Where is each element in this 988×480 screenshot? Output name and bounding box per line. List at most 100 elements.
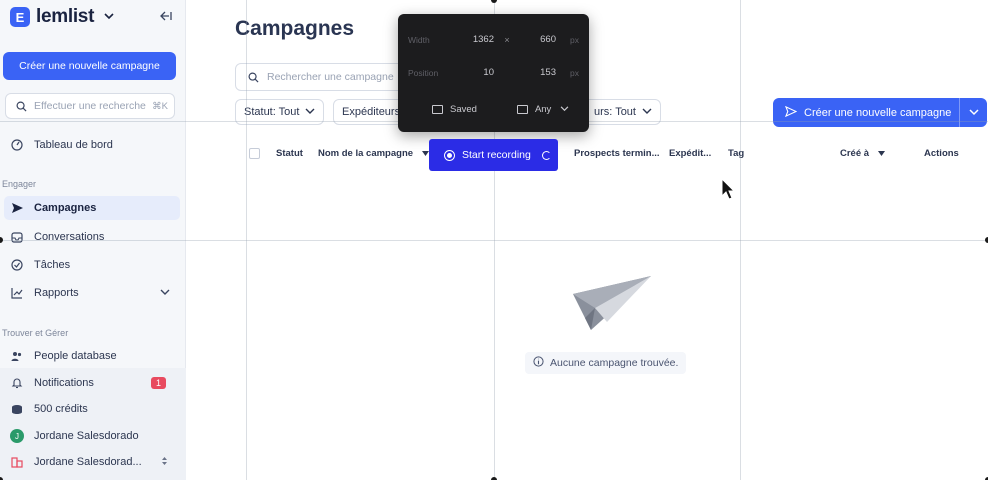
position-y-input[interactable]: 153 bbox=[520, 67, 556, 78]
empty-state-text: Aucune campagne trouvée. bbox=[550, 357, 679, 369]
paper-plane-icon bbox=[565, 272, 655, 341]
recording-settings-panel: Width 1362 × 660 px Position 10 153 px S… bbox=[398, 14, 589, 132]
aspect-icon bbox=[516, 104, 528, 114]
coins-icon bbox=[10, 402, 24, 416]
bell-icon bbox=[10, 376, 24, 390]
filter-label: urs: Tout bbox=[594, 106, 636, 118]
create-campaign-dropdown-toggle[interactable] bbox=[959, 98, 987, 127]
credits-item[interactable]: 500 crédits bbox=[10, 399, 180, 419]
check-circle-icon bbox=[10, 258, 24, 272]
search-icon bbox=[246, 70, 260, 84]
column-header-label: Nom de la campagne bbox=[318, 148, 414, 159]
chart-icon bbox=[10, 286, 24, 300]
section-find-heading: Trouver et Gérer bbox=[2, 328, 69, 338]
notifications-count-badge: 1 bbox=[150, 377, 166, 389]
notifications-item[interactable]: Notifications 1 bbox=[10, 373, 180, 393]
workspace-item[interactable]: Jordane Salesdorad... bbox=[10, 452, 180, 472]
campaign-search-placeholder: Rechercher une campagne bbox=[267, 71, 394, 83]
size-label: Width bbox=[408, 34, 430, 45]
sidebar-item-label: Conversations bbox=[34, 231, 105, 243]
create-campaign-label: Créer une nouvelle campagne bbox=[804, 106, 952, 119]
notifications-label: Notifications bbox=[34, 377, 94, 389]
create-campaign-button[interactable]: Créer une nouvelle campagne bbox=[773, 98, 987, 127]
column-header-label: Créé à bbox=[840, 148, 870, 159]
saved-preset-button[interactable]: Saved bbox=[432, 104, 477, 115]
sidebar-item-conversations[interactable]: Conversations bbox=[4, 225, 180, 249]
sidebar-search-placeholder: Effectuer une recherche bbox=[34, 100, 146, 112]
start-recording-label: Start recording bbox=[462, 149, 531, 161]
saved-label: Saved bbox=[450, 104, 477, 115]
search-shortcut: ⌘K bbox=[152, 100, 168, 112]
sidebar-search-input[interactable]: Effectuer une recherche ⌘K bbox=[5, 93, 175, 119]
section-engage-heading: Engager bbox=[2, 179, 37, 189]
sidebar-item-label: Campagnes bbox=[34, 202, 97, 214]
chevron-down-icon bbox=[305, 107, 315, 118]
sidebar-item-label: Tâches bbox=[34, 259, 71, 271]
filter-label: Statut: Tout bbox=[244, 106, 300, 118]
sidebar-item-label: Tableau de bord bbox=[34, 139, 113, 151]
chevron-down-icon bbox=[160, 288, 170, 299]
sidebar-footer: Notifications 1 500 crédits J Jordane Sa… bbox=[0, 368, 186, 480]
column-header-tag[interactable]: Tag bbox=[728, 148, 744, 159]
height-input[interactable]: 660 bbox=[520, 34, 556, 45]
sidebar-item-campaigns[interactable]: Campagnes bbox=[4, 196, 180, 220]
sidebar-item-people-database[interactable]: People database bbox=[4, 344, 180, 368]
aspect-any-dropdown[interactable]: Any bbox=[516, 104, 569, 115]
page-title: Campagnes bbox=[235, 17, 355, 40]
sort-caret-icon bbox=[421, 148, 429, 159]
any-label: Any bbox=[534, 104, 552, 115]
width-input[interactable]: 1362 bbox=[458, 34, 494, 45]
chevron-down-icon bbox=[642, 107, 652, 118]
sidebar-item-dashboard[interactable]: Tableau de bord bbox=[4, 133, 180, 157]
column-header-senders[interactable]: Expédit... bbox=[669, 148, 711, 159]
column-header-campaign-name[interactable]: Nom de la campagne bbox=[318, 148, 429, 159]
resize-handle[interactable] bbox=[491, 0, 497, 3]
column-header-actions: Actions bbox=[924, 148, 959, 159]
column-header-created-at[interactable]: Créé à bbox=[840, 148, 885, 159]
avatar: J bbox=[10, 429, 24, 443]
info-icon bbox=[533, 356, 544, 370]
send-icon bbox=[10, 201, 24, 215]
lemlist-logo-icon: E bbox=[10, 7, 30, 27]
start-recording-button[interactable]: Start recording bbox=[429, 139, 558, 171]
size-row: Width 1362 × 660 px bbox=[408, 34, 580, 45]
campaign-search-input[interactable]: Rechercher une campagne bbox=[235, 63, 405, 91]
building-icon bbox=[10, 455, 24, 469]
filter-label: Expéditeurs bbox=[342, 106, 401, 118]
sidebar-item-label: Rapports bbox=[34, 287, 79, 299]
sidebar-item-label: People database bbox=[34, 350, 117, 362]
dashboard-gauge-icon bbox=[10, 138, 24, 152]
sidebar-item-reports[interactable]: Rapports bbox=[4, 281, 180, 305]
size-unit: px bbox=[570, 34, 579, 45]
capture-guide-line bbox=[740, 0, 741, 480]
sort-caret-icon bbox=[877, 148, 885, 159]
empty-state-message: Aucune campagne trouvée. bbox=[525, 352, 687, 374]
workspace-name: Jordane Salesdorad... bbox=[34, 456, 142, 468]
credits-label: 500 crédits bbox=[34, 403, 88, 415]
send-icon bbox=[784, 105, 798, 120]
window-icon bbox=[432, 104, 443, 114]
mouse-pointer-icon bbox=[721, 177, 736, 205]
new-campaign-button[interactable]: Créer une nouvelle campagne bbox=[3, 52, 176, 80]
position-x-input[interactable]: 10 bbox=[458, 67, 494, 78]
updown-chevron-icon bbox=[161, 456, 168, 468]
search-icon bbox=[14, 99, 28, 113]
recorder-options: Saved Any bbox=[432, 104, 569, 115]
chevron-down-icon bbox=[104, 11, 114, 23]
capture-guide-line bbox=[246, 0, 247, 480]
select-all-checkbox[interactable] bbox=[249, 148, 260, 159]
app-name: lemlist bbox=[36, 6, 95, 27]
position-row: Position 10 153 px bbox=[408, 67, 580, 78]
position-label: Position bbox=[408, 67, 439, 78]
position-unit: px bbox=[570, 67, 579, 78]
workspace-switcher[interactable]: E lemlist bbox=[10, 6, 114, 28]
chevron-down-icon bbox=[560, 106, 569, 112]
column-header-prospects-finished[interactable]: Prospects termin... bbox=[574, 148, 660, 159]
sidebar-item-tasks[interactable]: Tâches bbox=[4, 253, 180, 277]
column-header-status[interactable]: Statut bbox=[276, 148, 303, 159]
times-icon: × bbox=[504, 34, 510, 45]
user-profile-item[interactable]: J Jordane Salesdorado bbox=[10, 426, 180, 446]
collapse-sidebar-icon[interactable] bbox=[160, 9, 172, 24]
inbox-icon bbox=[10, 230, 24, 244]
people-icon bbox=[10, 349, 24, 363]
